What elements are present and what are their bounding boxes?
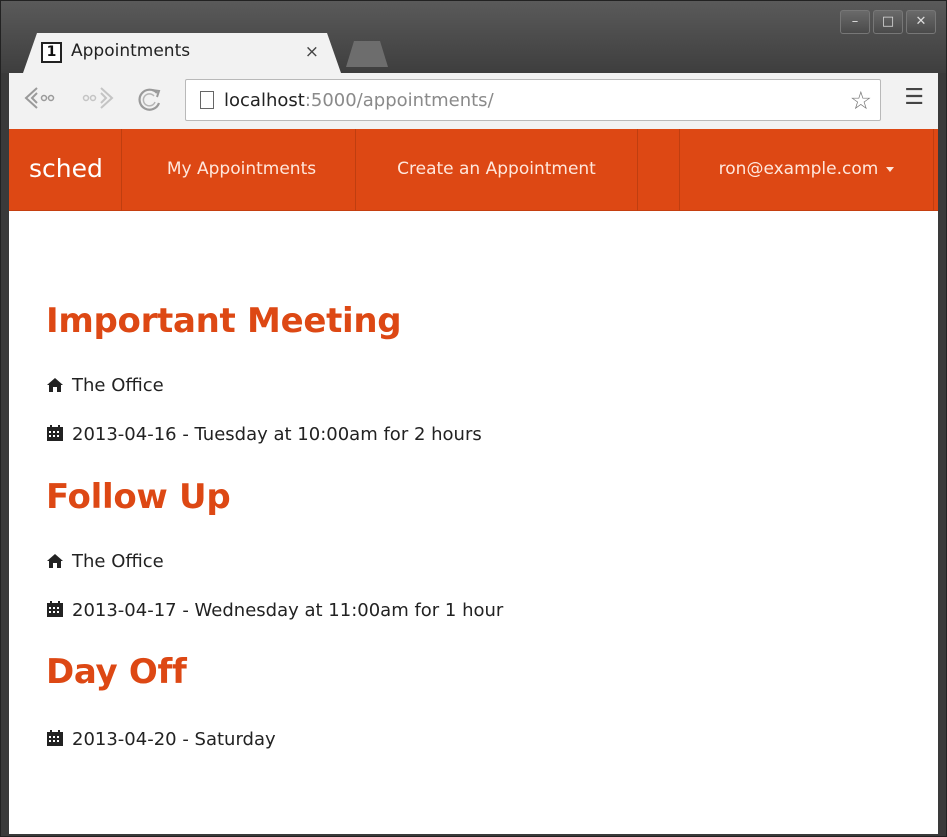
calendar-icon xyxy=(46,730,66,747)
reload-icon[interactable] xyxy=(135,85,165,121)
tab-appointments[interactable]: 1 Appointments × xyxy=(23,33,341,73)
tab-strip: 1 Appointments × – □ ✕ xyxy=(1,1,946,73)
page-viewport: sched My Appointments Create an Appointm… xyxy=(9,129,938,834)
page-icon xyxy=(200,91,214,109)
calendar-icon xyxy=(46,425,66,442)
favicon-icon: 1 xyxy=(41,42,62,63)
user-menu-dropdown[interactable]: ron@example.com xyxy=(679,129,934,211)
appointment-location: The Office xyxy=(46,551,164,572)
tab-title: Appointments xyxy=(71,41,191,61)
appointment-location: The Office xyxy=(46,375,164,396)
calendar-icon xyxy=(46,601,66,618)
menu-icon[interactable]: ☰ xyxy=(904,85,924,110)
user-email: ron@example.com xyxy=(718,159,879,179)
star-icon[interactable]: ☆ xyxy=(850,86,872,115)
datetime-text: 2013-04-17 - Wednesday at 11:00am for 1 … xyxy=(72,600,504,621)
location-text: The Office xyxy=(72,551,164,572)
tab-close-icon[interactable]: × xyxy=(305,42,319,62)
browser-toolbar: localhost:5000/appointments/ ☆ ☰ xyxy=(9,73,938,129)
new-tab-button[interactable] xyxy=(346,41,388,67)
nav-create-appointment[interactable]: Create an Appointment xyxy=(356,129,638,211)
caret-down-icon xyxy=(886,166,895,172)
nav-my-appointments[interactable]: My Appointments xyxy=(128,129,356,211)
appointment-title[interactable]: Day Off xyxy=(46,652,187,692)
address-bar[interactable]: localhost:5000/appointments/ ☆ xyxy=(185,79,881,121)
datetime-text: 2013-04-16 - Tuesday at 10:00am for 2 ho… xyxy=(72,424,482,445)
home-icon xyxy=(46,377,66,393)
minimize-icon[interactable]: – xyxy=(840,10,870,34)
url-host: localhost xyxy=(224,90,305,111)
appointment-datetime: 2013-04-16 - Tuesday at 10:00am for 2 ho… xyxy=(46,424,482,445)
appointment-title[interactable]: Follow Up xyxy=(46,477,231,517)
back-icon[interactable] xyxy=(23,85,57,117)
home-icon xyxy=(46,553,66,569)
location-text: The Office xyxy=(72,375,164,396)
url-path: :5000/appointments/ xyxy=(304,90,494,111)
brand-link[interactable]: sched xyxy=(9,129,122,211)
url-text[interactable]: localhost:5000/appointments/ xyxy=(224,90,494,111)
maximize-icon[interactable]: □ xyxy=(873,10,903,34)
forward-icon[interactable] xyxy=(81,85,115,117)
browser-window: 1 Appointments × – □ ✕ localhost:5000/ap… xyxy=(0,0,947,837)
appointment-title[interactable]: Important Meeting xyxy=(46,301,402,341)
appointment-datetime: 2013-04-17 - Wednesday at 11:00am for 1 … xyxy=(46,600,503,621)
window-controls: – □ ✕ xyxy=(840,10,936,34)
appointment-datetime: 2013-04-20 - Saturday xyxy=(46,729,276,750)
app-navbar: sched My Appointments Create an Appointm… xyxy=(9,129,938,211)
close-icon[interactable]: ✕ xyxy=(906,10,936,34)
datetime-text: 2013-04-20 - Saturday xyxy=(72,729,276,750)
